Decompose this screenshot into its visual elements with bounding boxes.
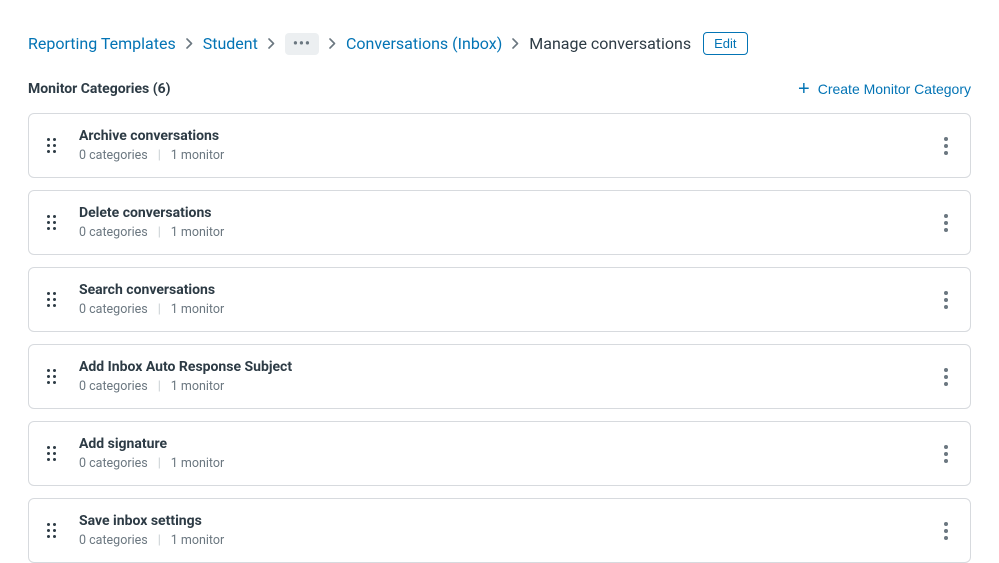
card-categories-count: 0 categories: [79, 533, 148, 548]
breadcrumb-ellipsis-button[interactable]: •••: [285, 33, 319, 55]
kebab-menu-button[interactable]: [940, 362, 952, 392]
kebab-menu-button[interactable]: [940, 439, 952, 469]
meta-separator: |: [158, 302, 161, 317]
meta-separator: |: [158, 225, 161, 240]
card-body: Add Inbox Auto Response Subject 0 catego…: [79, 359, 922, 394]
meta-separator: |: [158, 148, 161, 163]
breadcrumb-link-student[interactable]: Student: [203, 34, 258, 53]
card-title: Add signature: [79, 436, 922, 452]
meta-separator: |: [158, 456, 161, 471]
card-meta: 0 categories | 1 monitor: [79, 302, 922, 317]
card-body: Archive conversations 0 categories | 1 m…: [79, 128, 922, 163]
card-monitors-count: 1 monitor: [171, 225, 225, 240]
card-meta: 0 categories | 1 monitor: [79, 379, 922, 394]
card-categories-count: 0 categories: [79, 302, 148, 317]
card-categories-count: 0 categories: [79, 456, 148, 471]
card-monitors-count: 1 monitor: [171, 456, 225, 471]
section-title: Monitor Categories (6): [28, 81, 171, 97]
edit-button[interactable]: Edit: [703, 32, 747, 55]
monitor-category-card[interactable]: Add Inbox Auto Response Subject 0 catego…: [28, 344, 971, 409]
card-title: Save inbox settings: [79, 513, 922, 529]
monitor-category-card[interactable]: Delete conversations 0 categories | 1 mo…: [28, 190, 971, 255]
monitor-category-card[interactable]: Search conversations 0 categories | 1 mo…: [28, 267, 971, 332]
plus-icon: +: [798, 79, 810, 99]
card-meta: 0 categories | 1 monitor: [79, 533, 922, 548]
kebab-menu-button[interactable]: [940, 516, 952, 546]
chevron-right-icon: [329, 38, 336, 49]
cards-list: Archive conversations 0 categories | 1 m…: [28, 113, 971, 563]
card-title: Add Inbox Auto Response Subject: [79, 359, 922, 375]
kebab-menu-button[interactable]: [940, 285, 952, 315]
chevron-right-icon: [186, 38, 193, 49]
chevron-right-icon: [512, 38, 519, 49]
drag-handle-icon[interactable]: [47, 215, 61, 230]
monitor-category-card[interactable]: Save inbox settings 0 categories | 1 mon…: [28, 498, 971, 563]
monitor-category-card[interactable]: Archive conversations 0 categories | 1 m…: [28, 113, 971, 178]
meta-separator: |: [158, 379, 161, 394]
kebab-menu-button[interactable]: [940, 208, 952, 238]
breadcrumb-link-reporting-templates[interactable]: Reporting Templates: [28, 34, 176, 53]
card-title: Search conversations: [79, 282, 922, 298]
card-monitors-count: 1 monitor: [171, 302, 225, 317]
section-header: Monitor Categories (6) + Create Monitor …: [28, 79, 971, 99]
card-body: Add signature 0 categories | 1 monitor: [79, 436, 922, 471]
card-monitors-count: 1 monitor: [171, 148, 225, 163]
create-monitor-category-button[interactable]: + Create Monitor Category: [798, 79, 971, 99]
card-title: Archive conversations: [79, 128, 922, 144]
monitor-category-card[interactable]: Add signature 0 categories | 1 monitor: [28, 421, 971, 486]
card-title: Delete conversations: [79, 205, 922, 221]
card-meta: 0 categories | 1 monitor: [79, 148, 922, 163]
drag-handle-icon[interactable]: [47, 138, 61, 153]
card-body: Search conversations 0 categories | 1 mo…: [79, 282, 922, 317]
drag-handle-icon[interactable]: [47, 523, 61, 538]
breadcrumb: Reporting Templates Student ••• Conversa…: [28, 32, 971, 55]
meta-separator: |: [158, 533, 161, 548]
drag-handle-icon[interactable]: [47, 369, 61, 384]
chevron-right-icon: [268, 38, 275, 49]
card-monitors-count: 1 monitor: [171, 379, 225, 394]
card-body: Delete conversations 0 categories | 1 mo…: [79, 205, 922, 240]
card-meta: 0 categories | 1 monitor: [79, 456, 922, 471]
create-label: Create Monitor Category: [818, 81, 971, 97]
drag-handle-icon[interactable]: [47, 292, 61, 307]
card-categories-count: 0 categories: [79, 148, 148, 163]
breadcrumb-current: Manage conversations: [529, 34, 691, 53]
card-meta: 0 categories | 1 monitor: [79, 225, 922, 240]
card-monitors-count: 1 monitor: [171, 533, 225, 548]
card-categories-count: 0 categories: [79, 379, 148, 394]
kebab-menu-button[interactable]: [940, 131, 952, 161]
card-categories-count: 0 categories: [79, 225, 148, 240]
breadcrumb-link-conversations-inbox[interactable]: Conversations (Inbox): [346, 34, 502, 53]
card-body: Save inbox settings 0 categories | 1 mon…: [79, 513, 922, 548]
drag-handle-icon[interactable]: [47, 446, 61, 461]
